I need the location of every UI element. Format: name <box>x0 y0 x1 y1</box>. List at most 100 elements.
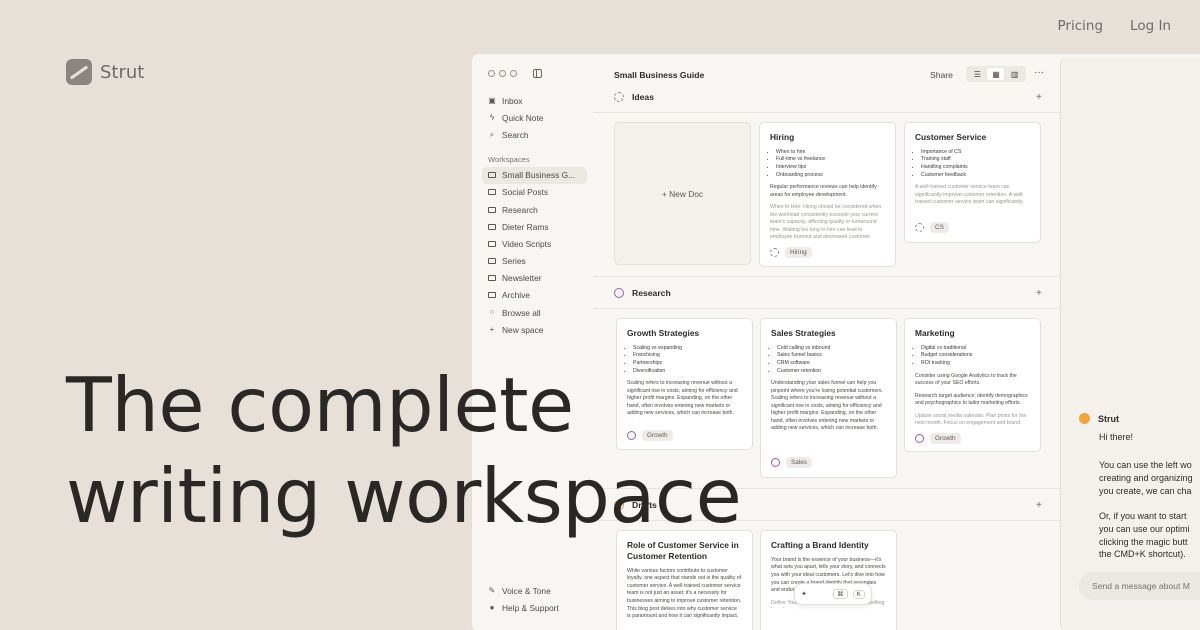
sidebar-item-video-scripts[interactable]: Video Scripts <box>482 235 587 252</box>
doc-card-marketing[interactable]: Marketing Digital vs traditional Budget … <box>904 318 1041 452</box>
sidebar-item-archive[interactable]: Archive <box>482 287 587 304</box>
workspaces-heading: Workspaces <box>488 154 530 164</box>
assistant-header: Strut <box>1079 413 1119 424</box>
add-to-ideas-icon[interactable]: + <box>1036 92 1042 103</box>
grid-view-icon[interactable]: ▦ <box>987 68 1005 80</box>
help-icon: ● <box>489 603 495 613</box>
list-view-icon[interactable]: ☰ <box>969 68 986 80</box>
share-button[interactable]: Share <box>930 70 953 80</box>
card-paragraph: Regular performance reviews can help ide… <box>770 184 877 198</box>
ai-command-bar[interactable]: ✦ ⌘ K <box>794 583 872 605</box>
assistant-chat-panel: Strut Hi there! You can use the left wo … <box>1060 58 1200 630</box>
tag-badge[interactable]: CS <box>930 222 949 233</box>
doc-card-hiring[interactable]: Hiring When to hire Full-time vs freelan… <box>759 122 896 267</box>
sidebar-item-help-support[interactable]: ● Help & Support <box>482 599 587 616</box>
card-paragraph: A well-trained customer service team can… <box>915 184 1024 206</box>
bullet: Handling complaints <box>921 164 1030 172</box>
tag-badge[interactable]: Sales <box>786 457 812 468</box>
tag-badge[interactable]: Growth <box>930 433 961 444</box>
sidebar-item-social-posts[interactable]: Social Posts <box>482 184 587 201</box>
doc-card-sales-strategies[interactable]: Sales Strategies Cold calling vs inbound… <box>760 318 897 478</box>
more-options-icon[interactable]: ··· <box>1034 67 1044 78</box>
folder-icon <box>488 274 496 282</box>
chat-line: clicking the magic butt <box>1099 536 1188 547</box>
card-tag-row: CS <box>915 222 949 233</box>
kanban-view-icon[interactable]: ▥ <box>1006 68 1023 80</box>
sidebar-item-search[interactable]: ⌕ Search <box>482 126 587 143</box>
sidebar-item-quick-note[interactable]: ϟ Quick Note <box>482 109 587 126</box>
sidebar-footer: ✎ Voice & Tone ● Help & Support <box>482 582 587 616</box>
divider <box>594 112 1060 113</box>
card-paragraph: Research target audience; identify demog… <box>915 392 1028 407</box>
folder-icon <box>488 257 496 265</box>
status-dashed-circle-icon <box>614 92 624 102</box>
status-circle-icon <box>771 458 780 467</box>
board-main: Small Business Guide Share ☰ ▦ ▥ ··· Ide… <box>594 54 1060 630</box>
sidebar-item-new-space[interactable]: + New space <box>482 321 587 338</box>
divider <box>594 308 1060 309</box>
group-label: Research <box>632 288 671 298</box>
bullet: Franchising <box>633 352 742 360</box>
window-controls <box>488 70 517 77</box>
card-title: Growth Strategies <box>627 328 700 338</box>
shortcut-key: ⌘ <box>833 589 848 599</box>
group-ideas-header[interactable]: Ideas <box>614 92 654 102</box>
add-to-drafts-icon[interactable]: + <box>1036 500 1042 511</box>
bullet: CRM software <box>777 360 886 368</box>
add-to-research-icon[interactable]: + <box>1036 288 1042 299</box>
sidebar-item-voice-tone[interactable]: ✎ Voice & Tone <box>482 582 587 599</box>
card-paragraph: When to Hire: Hiring should be considere… <box>770 204 882 242</box>
sidebar-item-label: Newsletter <box>502 273 542 284</box>
sidebar-item-label: Quick Note <box>502 112 544 123</box>
doc-card-customer-service[interactable]: Customer Service Importance of CS Traini… <box>904 122 1041 243</box>
sidebar-item-label: Research <box>502 204 538 215</box>
sidebar-item-dieter-rams[interactable]: Dieter Rams <box>482 218 587 235</box>
chat-greeting: Hi there! <box>1099 432 1134 442</box>
bolt-icon: ϟ <box>489 113 495 123</box>
sidebar-item-label: Video Scripts <box>502 238 552 249</box>
doc-card-brand-identity[interactable]: Crafting a Brand Identity Your brand is … <box>760 530 897 630</box>
group-label: Ideas <box>632 92 654 102</box>
view-toggle: ☰ ▦ ▥ <box>966 66 1026 82</box>
chat-message: You can use the left wo creating and org… <box>1099 459 1193 497</box>
bullet: Onboarding process <box>776 172 885 180</box>
bullet: Digital vs traditional <box>921 345 1030 353</box>
login-link[interactable]: Log In <box>1130 18 1171 34</box>
app-window: ▣ Inbox ϟ Quick Note ⌕ Search Workspaces… <box>471 53 1200 630</box>
card-paragraph: Consider using Google Analytics to track… <box>915 372 1017 387</box>
bullet: Customer feedback <box>921 172 1030 180</box>
bullet: Budget considerations <box>921 352 1030 360</box>
sidebar-item-label: New space <box>502 324 544 335</box>
doc-card-customer-retention[interactable]: Role of Customer Service in Customer Ret… <box>616 530 753 630</box>
brand-logo[interactable]: Strut <box>66 59 144 85</box>
sidebar-item-browse-all[interactable]: ⁘ Browse all <box>482 304 587 321</box>
plus-icon: + <box>489 325 495 335</box>
pricing-link[interactable]: Pricing <box>1058 18 1104 34</box>
sparkle-icon[interactable]: ✦ <box>801 590 807 598</box>
chat-message-input[interactable]: Send a message about M <box>1079 572 1200 600</box>
pen-icon: ✎ <box>488 586 496 596</box>
status-circle-icon <box>915 434 924 443</box>
brand-name: Strut <box>100 61 145 83</box>
chat-line: creating and organizing <box>1099 472 1193 483</box>
card-title: Role of Customer Service in Customer Ret… <box>627 540 739 561</box>
tag-badge[interactable]: Hiring <box>785 247 812 258</box>
divider <box>594 276 1060 277</box>
group-research-header[interactable]: Research <box>614 288 671 298</box>
sidebar-item-newsletter[interactable]: Newsletter <box>482 270 587 287</box>
sidebar-item-label: Social Posts <box>502 187 549 198</box>
bullet: Customer retention <box>777 368 886 376</box>
card-paragraph: Understanding your sales funnel can help… <box>771 380 884 432</box>
sidebar-item-small-business-guide[interactable]: Small Business G... <box>482 166 587 184</box>
bullet: Interview tips <box>776 164 885 172</box>
new-doc-button[interactable]: + New Doc <box>614 122 751 265</box>
card-paragraph: Update social media calendar. Plan posts… <box>915 412 1027 427</box>
hero-line-1: The complete <box>66 361 574 449</box>
sidebar-item-research[interactable]: Research <box>482 201 587 218</box>
chat-line: the CMD+K shortcut). <box>1099 549 1186 560</box>
sidebar-item-inbox[interactable]: ▣ Inbox <box>482 92 587 109</box>
sidebar-item-series[interactable]: Series <box>482 253 587 270</box>
top-nav: Pricing Log In <box>1058 18 1171 34</box>
grid-icon: ⁘ <box>488 308 496 318</box>
sidebar-toggle-icon[interactable] <box>533 69 542 78</box>
